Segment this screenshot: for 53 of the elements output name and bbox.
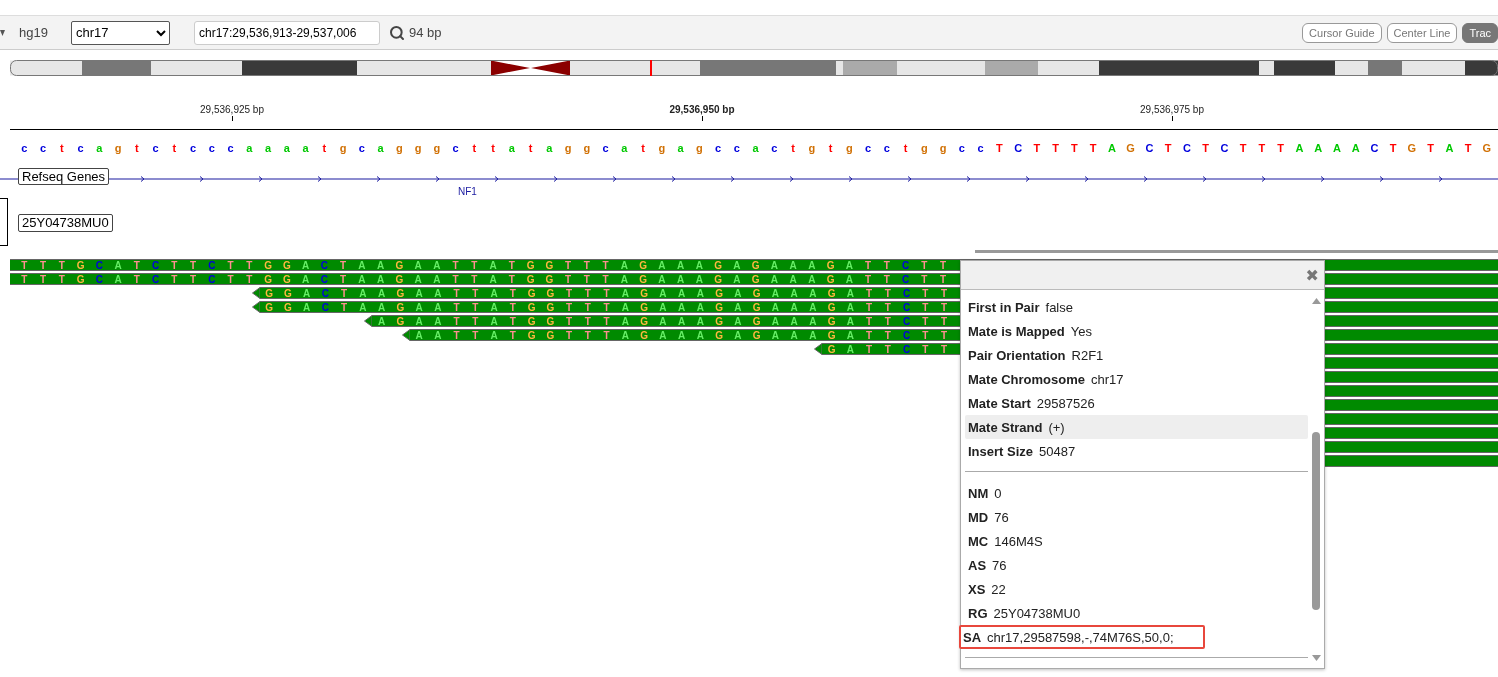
- detail-name: First in Pair: [968, 299, 1040, 315]
- detail-name: Mate Strand: [968, 419, 1043, 435]
- detail-name: XS: [968, 581, 986, 597]
- strand-arrow-icon: [251, 301, 260, 313]
- width-label: 94 bp: [409, 25, 442, 40]
- strand-arrow-icon: [251, 287, 260, 299]
- detail-name: Mate Chromosome: [968, 371, 1086, 387]
- track-label-box: [0, 198, 8, 246]
- ruler-label: 29,536,975 bp: [1140, 103, 1204, 116]
- detail-value: 22: [991, 581, 1006, 597]
- search-icon[interactable]: [389, 24, 405, 41]
- sample-label: 25Y04738MU0: [18, 214, 113, 232]
- detail-value: R2F1: [1071, 347, 1104, 363]
- detail-value: false: [1045, 299, 1073, 315]
- reference-sequence: c c t c a g t c t c c c a a a a t g c a g g g c t t a t a g g c a t g a g c c a c t g t g c c t g g c c T C T T T T A G C T C T C T T T A A A A C T G T A T G: [20, 141, 1493, 156]
- detail-name: Insert Size: [968, 443, 1034, 459]
- track-label: Refseq Genes: [18, 168, 110, 185]
- detail-name: MC: [968, 533, 989, 549]
- detail-value: 50487: [1039, 443, 1076, 459]
- strand-arrow-icon: [364, 315, 373, 327]
- locus-field[interactable]: chr17:29,536,913-29,537,006: [194, 20, 380, 45]
- toolbar-button[interactable]: Center Line: [1386, 22, 1458, 43]
- ruler-tick: [1171, 116, 1173, 121]
- detail-name: Pair Orientation: [968, 347, 1066, 363]
- strand-arrow-icon: [401, 329, 410, 341]
- detail-name: MD: [968, 509, 989, 525]
- toolbar-button[interactable]: Cursor Guide: [1302, 22, 1382, 43]
- ruler-tick: [701, 116, 703, 121]
- genome-label: hg19: [19, 25, 49, 40]
- detail-value: (+): [1048, 419, 1065, 435]
- toolbar-button[interactable]: Trac: [1462, 22, 1498, 43]
- detail-value: 76: [994, 509, 1009, 525]
- detail-value: chr17: [1091, 371, 1124, 387]
- detail-value: 146M4S: [994, 533, 1043, 549]
- scroll-down-icon[interactable]: [1311, 655, 1321, 661]
- detail-value: 25Y04738MU0: [993, 605, 1081, 621]
- gene-name: NF1: [458, 186, 477, 197]
- detail-name: RG: [968, 605, 988, 621]
- ruler-tick: [231, 116, 233, 121]
- chromosome-select[interactable]: chr17: [71, 20, 170, 45]
- chromosome-ideogram-drawing[interactable]: [10, 60, 1498, 76]
- detail-name: Mate Start: [968, 395, 1031, 411]
- detail-name: NM: [968, 485, 989, 501]
- detail-name: AS: [968, 557, 987, 573]
- caret-icon[interactable]: [0, 28, 6, 37]
- detail-value: chr17,29587598,-,74M76S,50,0;: [987, 629, 1174, 645]
- detail-value: 0: [994, 485, 1002, 501]
- detail-name: SA: [963, 629, 982, 645]
- ruler-label: 29,536,925 bp: [200, 103, 264, 116]
- detail-value: 76: [992, 557, 1007, 573]
- ruler-label: 29,536,950 bp: [669, 103, 735, 116]
- detail-value: 29587526: [1036, 395, 1095, 411]
- scrollbar-thumb[interactable]: [1312, 432, 1320, 610]
